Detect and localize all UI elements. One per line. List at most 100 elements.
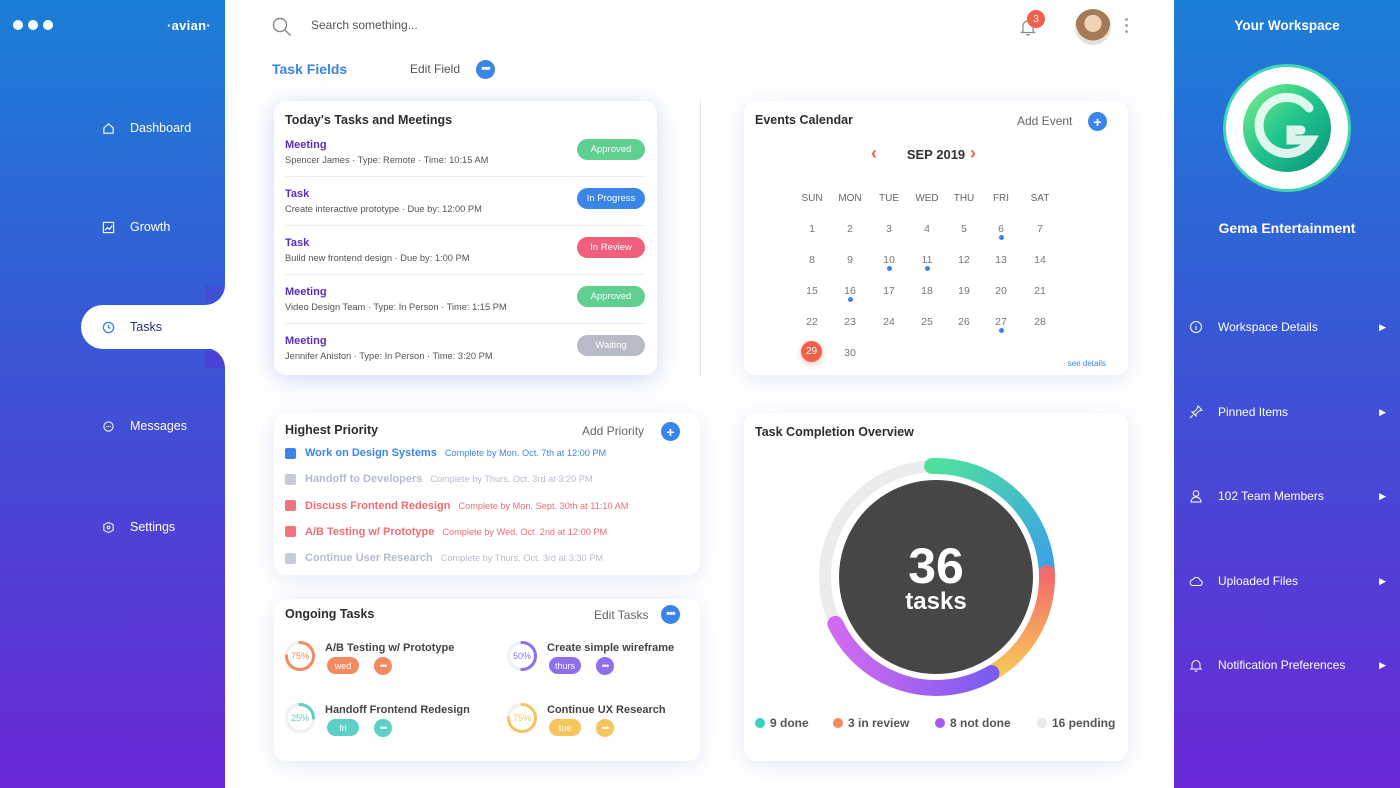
priority-checkbox[interactable] [285,552,296,564]
todays-tasks-card: Today's Tasks and Meetings Meeting Spence… [274,101,657,375]
nav-settings[interactable]: Settings [0,505,225,549]
see-details-link[interactable]: see details [1068,359,1106,368]
calendar-day[interactable]: 17 [874,285,904,297]
task-meeting-row[interactable]: Meeting Video Design Team · Type: In Pers… [285,286,645,335]
edit-tasks-button[interactable]: Edit Tasks [594,608,648,622]
priority-checkbox[interactable] [285,500,296,512]
legend-label: 9 done [770,716,809,730]
calendar-day[interactable]: 26 [949,316,979,328]
workspace-item[interactable]: Pinned Items ▶ [1174,400,1400,424]
chevron-right-icon: ▶ [1379,490,1386,501]
calendar-day[interactable]: 7 [1025,223,1055,235]
calendar-day[interactable]: 2 [835,223,865,235]
add-event-button[interactable]: Add Event [1017,114,1072,128]
calendar-today[interactable]: 29 [801,341,822,362]
calendar-day[interactable]: 4 [912,223,942,235]
avatar[interactable] [1075,9,1111,45]
legend-swatch [1037,718,1047,728]
item-detail: Build new frontend design · Due by: 1:00… [285,253,470,263]
workspace-item[interactable]: Workspace Details ▶ [1174,315,1400,339]
calendar-day[interactable]: 20 [986,285,1016,297]
company-logo [1223,64,1351,192]
priority-item[interactable]: Work on Design Systems Complete by Mon. O… [285,446,606,460]
calendar-day[interactable]: 15 [797,285,827,297]
nav-growth[interactable]: Growth [0,205,225,249]
status-badge[interactable]: Approved [577,286,645,307]
workspace-item[interactable]: Uploaded Files ▶ [1174,569,1400,593]
status-badge[interactable]: In Review [577,237,645,258]
edit-field-more-icon[interactable]: ••• [476,60,495,79]
calendar-day[interactable]: 1 [797,223,827,235]
calendar-day[interactable]: 24 [874,316,904,328]
ongoing-task[interactable]: 50% Create simple wireframe thurs ••• [506,640,706,680]
ongoing-task[interactable]: 75% A/B Testing w/ Prototype wed ••• [284,640,484,680]
more-menu-icon[interactable] [1125,18,1128,33]
calendar-day[interactable]: 12 [949,254,979,266]
user-icon [1188,488,1204,504]
calendar-day[interactable]: 19 [949,285,979,297]
priority-item[interactable]: Discuss Frontend Redesign Complete by Mon… [285,499,628,513]
calendar-day[interactable]: 14 [1025,254,1055,266]
task-more-icon[interactable]: ••• [596,657,614,675]
info-icon [1188,319,1204,335]
task-meeting-row[interactable]: Task Create interactive prototype · Due b… [285,188,645,237]
ongoing-task[interactable]: 75% Continue UX Research tue ••• [506,702,706,742]
priority-item[interactable]: Handoff to Developers Complete by Thurs. … [285,472,593,486]
calendar-day[interactable]: 5 [949,223,979,235]
workspace-title: Your Workspace [1234,18,1340,33]
ongoing-task[interactable]: 25% Handoff Frontend Redesign fri ••• [284,702,484,742]
calendar-day[interactable]: 28 [1025,316,1055,328]
priority-checkbox[interactable] [285,526,296,538]
nav-dashboard[interactable]: Dashboard [0,106,225,150]
search-input[interactable] [311,18,611,32]
day-of-week-label: WED [915,193,939,204]
task-meeting-row[interactable]: Task Build new frontend design · Due by: … [285,237,645,286]
calendar-day[interactable]: 11 [912,254,942,266]
task-more-icon[interactable]: ••• [374,719,392,737]
task-meeting-row[interactable]: Meeting Jennifer Aniston · Type: In Perso… [285,335,645,384]
add-priority-plus-icon[interactable]: + [661,422,680,441]
task-more-icon[interactable]: ••• [596,719,614,737]
calendar-day[interactable]: 16 [835,285,865,297]
workspace-item[interactable]: Notification Preferences ▶ [1174,653,1400,677]
status-badge[interactable]: Approved [577,139,645,160]
chevron-right-icon: ▶ [1379,321,1386,332]
add-event-plus-icon[interactable]: + [1088,112,1107,131]
progress-percent: 75% [290,651,309,661]
calendar-day[interactable]: 3 [874,223,904,235]
calendar-day[interactable]: 9 [835,254,865,266]
workspace-item[interactable]: 102 Team Members ▶ [1174,484,1400,508]
priority-item[interactable]: A/B Testing w/ Prototype Complete by Wed.… [285,525,607,539]
next-month-icon[interactable]: › [970,143,976,164]
edit-tasks-more-icon[interactable]: ••• [661,605,680,624]
calendar-day[interactable]: 10 [874,254,904,266]
search-icon[interactable] [272,17,292,42]
priority-due: Complete by Thurs. Oct. 3rd at 3:20 PM [430,474,593,485]
priority-checkbox[interactable] [285,447,296,459]
nav-tasks[interactable]: Tasks [81,305,226,349]
add-priority-button[interactable]: Add Priority [582,424,644,438]
calendar-day[interactable]: 18 [912,285,942,297]
calendar-day[interactable]: 22 [797,316,827,328]
nav-messages[interactable]: Messages [0,404,225,448]
calendar-day[interactable]: 23 [835,316,865,328]
priority-checkbox[interactable] [285,473,296,485]
calendar-day[interactable]: 27 [986,316,1016,328]
edit-field-button[interactable]: Edit Field [410,62,460,76]
calendar-day[interactable]: 8 [797,254,827,266]
events-calendar-card: Events Calendar Add Event + ‹ SEP 2019 ›… [744,101,1128,375]
window-dots[interactable] [13,20,53,30]
task-more-icon[interactable]: ••• [374,657,392,675]
priority-name: Handoff to Developers [305,473,423,486]
calendar-day[interactable]: 13 [986,254,1016,266]
calendar-day[interactable]: 21 [1025,285,1055,297]
task-meeting-row[interactable]: Meeting Spencer James · Type: Remote · Ti… [285,139,645,188]
calendar-day[interactable]: 6 [986,223,1016,235]
calendar-day[interactable]: 25 [912,316,942,328]
status-badge[interactable]: Waiting [577,335,645,356]
calendar-day[interactable]: 30 [835,347,865,359]
status-badge[interactable]: In Progress [577,188,645,209]
priority-item[interactable]: Continue User Research Complete by Thurs.… [285,551,603,565]
workspace-item-label: Workspace Details [1218,320,1318,334]
row-divider [285,176,645,177]
